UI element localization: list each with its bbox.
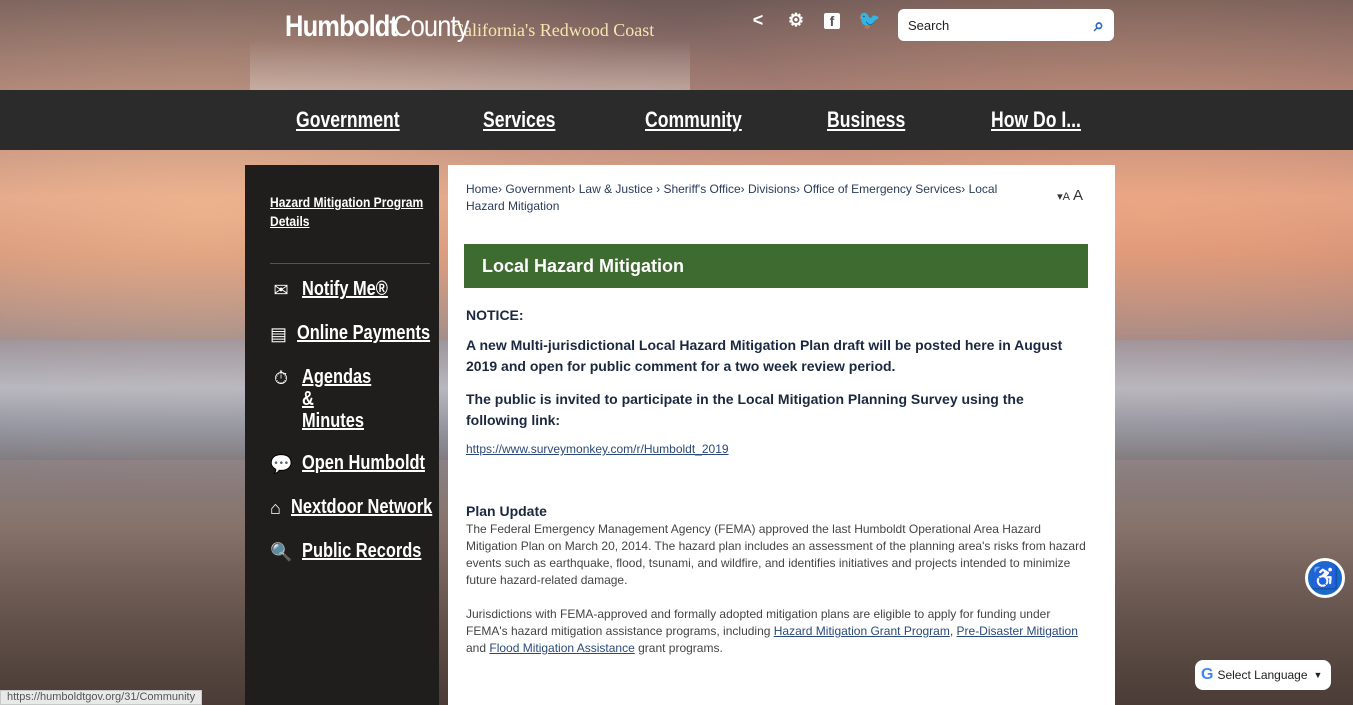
sidebar-item-open-humboldt[interactable]: 💬 Open Humboldt [270, 452, 439, 476]
breadcrumb-sheriff[interactable]: Sheriff's Office [663, 182, 740, 196]
sidebar-item-nextdoor[interactable]: ⌂ Nextdoor Network [270, 496, 439, 520]
notice-label: NOTICE: [466, 307, 524, 323]
house-icon: ⌂ [270, 498, 281, 518]
twitter-icon[interactable]: 🐦 [858, 10, 880, 31]
sidebar-item-label[interactable]: Online Payments [297, 322, 430, 344]
social-toolbar: < ⚙ f 🐦 [748, 10, 881, 31]
sidebar-item-notify[interactable]: ✉ Notify Me® [270, 278, 439, 302]
notice-draft-text: A new Multi-jurisdictional Local Hazard … [466, 337, 1063, 374]
stopwatch-icon: ⏱ [273, 368, 289, 388]
google-icon: G [1201, 666, 1214, 683]
logo-county: County [392, 10, 470, 43]
envelope-icon: ✉ [273, 280, 289, 300]
survey-link[interactable]: https://www.surveymonkey.com/r/Humboldt_… [466, 442, 729, 456]
breadcrumb: Home› Government› Law & Justice › Sherif… [466, 182, 998, 213]
text-larger-button[interactable]: A [1073, 187, 1083, 204]
jurisdictions-text-end: grant programs. [634, 641, 723, 655]
page-title: Local Hazard Mitigation [464, 244, 1088, 288]
site-logo[interactable]: Humboldt County California's Redwood Coa… [285, 10, 654, 44]
search-input[interactable] [908, 17, 1094, 33]
accessibility-icon[interactable]: ♿ [1305, 558, 1345, 598]
breadcrumb-law-justice[interactable]: Law & Justice [579, 182, 653, 196]
payment-icon: ▤ [270, 324, 288, 344]
logo-tagline: California's Redwood Coast [452, 20, 655, 40]
sidebar-program-link[interactable]: Hazard Mitigation Program Details [270, 193, 433, 231]
text-resize: ▾A A [1057, 187, 1083, 204]
main-content: Home› Government› Law & Justice › Sherif… [448, 165, 1115, 705]
sidebar-item-agendas[interactable]: ⏱ Agendas & Minutes [270, 366, 439, 432]
search-icon[interactable]: ⌕ [1094, 15, 1104, 36]
sidebar-item-label[interactable]: Public Records [302, 540, 421, 562]
breadcrumb-oes[interactable]: Office of Emergency Services [803, 182, 961, 196]
sidebar-item-public-records[interactable]: 🔍 Public Records [270, 540, 439, 564]
nav-business[interactable]: Business [827, 107, 905, 133]
facebook-icon[interactable]: f [824, 12, 840, 29]
sidebar-item-label[interactable]: Nextdoor Network [291, 496, 432, 518]
sidebar-item-label[interactable]: Agendas & Minutes [302, 366, 371, 432]
logo-humboldt: Humboldt [285, 10, 398, 43]
language-select[interactable]: G Select Language ▼ [1195, 660, 1331, 690]
gear-icon[interactable]: ⚙ [786, 10, 806, 31]
plan-update-text: The Federal Emergency Management Agency … [466, 522, 1086, 587]
separator-text: and [466, 641, 490, 655]
breadcrumb-home[interactable]: Home [466, 182, 498, 196]
notice-survey-text: The public is invited to participate in … [466, 391, 1024, 428]
sidebar: Hazard Mitigation Program Details ✉ Noti… [245, 165, 439, 705]
language-select-label: Select Language [1217, 668, 1308, 682]
text-smaller-button[interactable]: A [1063, 191, 1070, 203]
jurisdictions-text: Jurisdictions with FEMA-approved and for… [466, 606, 1086, 657]
nav-how-do-i[interactable]: How Do I... [991, 107, 1081, 133]
nav-community[interactable]: Community [645, 107, 742, 133]
nav-services[interactable]: Services [483, 107, 555, 133]
nav-government[interactable]: Government [296, 107, 400, 133]
browser-status-bar: https://humboldtgov.org/31/Community [0, 690, 203, 705]
fma-link[interactable]: Flood Mitigation Assistance [489, 641, 634, 655]
search-box: ⌕ [898, 9, 1114, 41]
separator-text: , [949, 624, 957, 638]
sidebar-item-payments[interactable]: ▤ Online Payments [270, 322, 439, 346]
pdm-link[interactable]: Pre-Disaster Mitigation [957, 624, 1078, 638]
breadcrumb-government[interactable]: Government [505, 182, 571, 196]
chevron-down-icon: ▼ [1313, 670, 1323, 680]
hmgp-link[interactable]: Hazard Mitigation Grant Program [774, 624, 950, 638]
sidebar-divider [270, 263, 430, 264]
plan-update-heading: Plan Update [466, 503, 547, 519]
site-header: Humboldt County California's Redwood Coa… [0, 0, 1353, 90]
breadcrumb-divisions[interactable]: Divisions [748, 182, 796, 196]
tree-line-graphic [250, 40, 690, 90]
sidebar-item-label[interactable]: Open Humboldt [302, 452, 425, 474]
sidebar-item-label[interactable]: Notify Me® [302, 278, 388, 300]
magnifier-icon: 🔍 [270, 542, 293, 562]
main-nav: Government Services Community Business H… [0, 90, 1353, 150]
share-icon[interactable]: < [748, 10, 768, 31]
chat-icon: 💬 [270, 454, 293, 474]
